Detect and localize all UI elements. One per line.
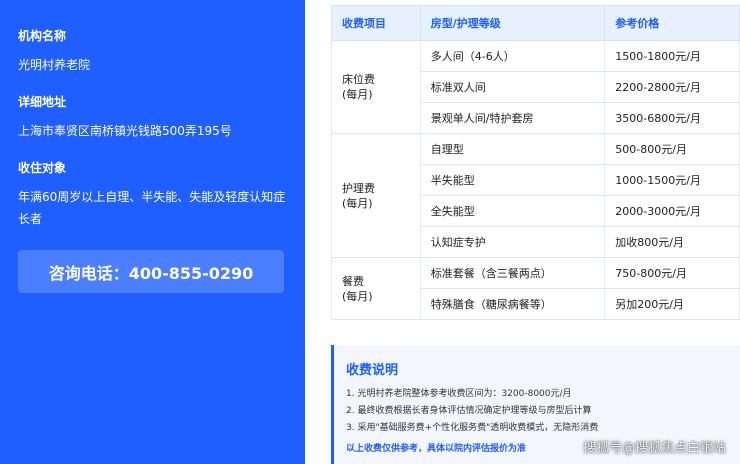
row-price: 2200-2800元/月	[604, 71, 740, 103]
header-price: 参考价格	[604, 5, 740, 41]
row-type: 半失能型	[419, 164, 606, 196]
category-meal-fee-label: 餐费	[342, 274, 364, 288]
address-value: 上海市奉贤区南桥镇光钱路500弄195号	[18, 124, 232, 138]
row-price: 加收800元/月	[604, 226, 740, 258]
phone-button[interactable]: 咨询电话：400-855-0290	[18, 250, 284, 293]
table-row: 护理费 (每月) 自理型 500-800元/月	[331, 133, 740, 258]
target-label: 收住对象	[18, 161, 67, 175]
header-fee-item: 收费项目	[331, 5, 421, 41]
row-price: 2000-3000元/月	[604, 195, 740, 227]
category-meal-fee-period: (每月)	[342, 289, 373, 303]
row-type: 多人间（4-6人）	[419, 40, 606, 72]
row-type: 全失能型	[419, 195, 606, 227]
row-type: 景观单人间/特护套房	[419, 102, 606, 134]
category-care-fee: 护理费 (每月)	[331, 133, 421, 258]
watermark: 搜狐号@搜狐焦点白银站	[582, 441, 726, 456]
row-price: 另加200元/月	[604, 288, 740, 320]
row-price: 750-800元/月	[604, 257, 740, 289]
table-row: 餐费 (每月) 标准套餐（含三餐两点） 750-800元/月	[331, 257, 740, 320]
row-type: 认知症专护	[419, 226, 606, 258]
note-item: 2. 最终收费根据长者身体评估情况确定护理等级与房型后计算	[346, 406, 592, 416]
note-item: 1. 光明村养老院整体参考收费区间为：3200-8000元/月	[346, 389, 572, 399]
row-price: 3500-6800元/月	[604, 102, 740, 134]
row-type: 标准双人间	[419, 71, 606, 103]
row-type: 特殊膳食（糖尿病餐等）	[419, 288, 606, 320]
table-row: 床位费 (每月) 多人间（4-6人） 1500-1800元/月	[331, 40, 740, 134]
category-bed-fee-period: (每月)	[342, 88, 373, 101]
table-header-row: 收费项目 房型/护理等级 参考价格	[331, 5, 740, 41]
org-name-value: 光明村养老院	[18, 58, 91, 72]
header-room-type: 房型/护理等级	[419, 5, 606, 41]
row-type: 自理型	[419, 133, 606, 165]
row-price: 500-800元/月	[604, 133, 740, 165]
category-care-fee-label: 护理费	[342, 181, 375, 195]
category-care-fee-period: (每月)	[342, 196, 373, 210]
category-bed-fee: 床位费 (每月)	[331, 40, 421, 134]
note-item: 3. 采用"基础服务费+个性化服务费"透明收费模式，无隐形消费	[346, 423, 599, 433]
row-price: 1000-1500元/月	[604, 164, 740, 196]
row-type: 标准套餐（含三餐两点）	[419, 257, 606, 289]
category-meal-fee: 餐费 (每月)	[331, 257, 421, 320]
fee-table: 收费项目 房型/护理等级 参考价格 床位费 (每月) 多人间（4-6人） 150…	[331, 5, 740, 320]
notes-title: 收费说明	[346, 363, 399, 378]
row-price: 1500-1800元/月	[604, 40, 740, 72]
target-value: 年满60周岁以上自理、半失能、失能及轻度认知症长者	[18, 190, 286, 226]
category-bed-fee-label: 床位费	[342, 73, 375, 86]
info-panel: 机构名称 光明村养老院 详细地址 上海市奉贤区南桥镇光钱路500弄195号 收住…	[0, 0, 305, 464]
org-name-label: 机构名称	[18, 29, 67, 43]
address-label: 详细地址	[18, 95, 67, 109]
